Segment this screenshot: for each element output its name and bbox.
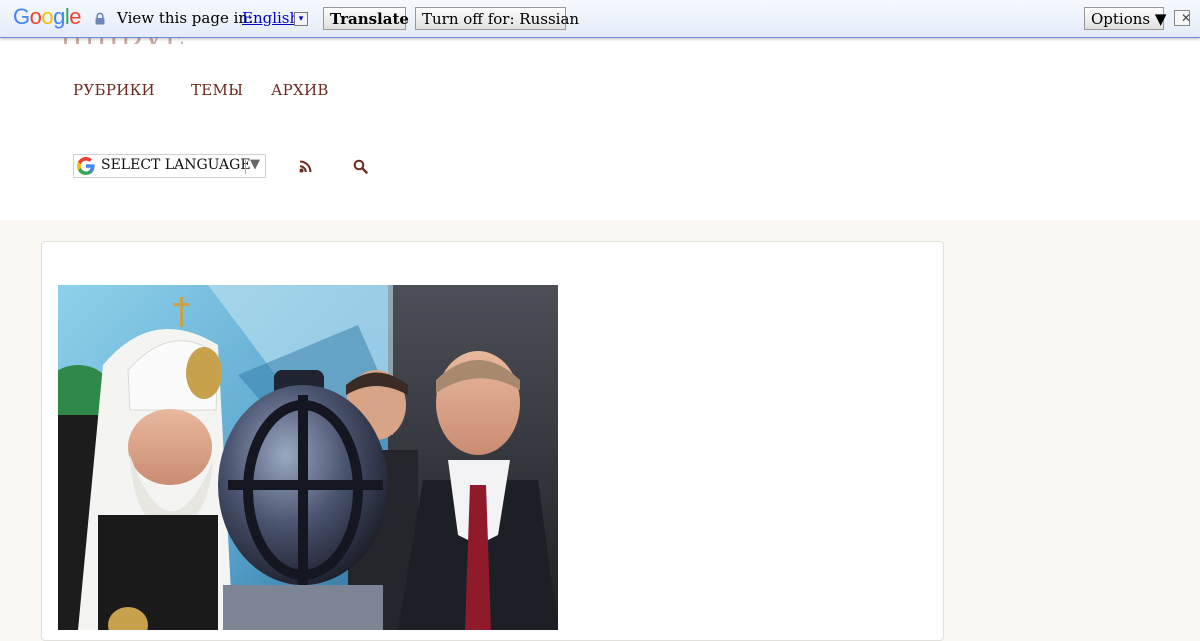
language-dropdown-arrow-icon[interactable]: ▾ [294, 12, 308, 26]
select-language-divider [245, 159, 246, 174]
nav-item-temy[interactable]: ТЕМЫ [191, 81, 243, 99]
chevron-down-icon: ▼ [250, 157, 260, 172]
nav-item-arhiv[interactable]: АРХИВ [271, 81, 329, 99]
google-logo: Google [13, 4, 82, 29]
google-translate-bar: Google View this page in: English ▾ Tran… [0, 0, 1200, 38]
target-language-link[interactable]: English [242, 9, 299, 27]
lock-icon [95, 12, 105, 25]
translate-button[interactable]: Translate [323, 7, 409, 30]
search-icon[interactable] [353, 159, 368, 174]
nav-item-rubriki[interactable]: РУБРИКИ [73, 81, 155, 99]
rss-icon[interactable] [299, 159, 313, 173]
view-page-in-label: View this page in: [117, 9, 254, 27]
article-photo[interactable] [58, 285, 558, 630]
google-g-icon [77, 157, 95, 175]
turn-off-translation-button[interactable]: Turn off for: Russian [415, 7, 579, 30]
close-icon[interactable]: ✕ [1174, 10, 1191, 26]
select-language-dropdown[interactable]: SELECT LANGUAGE ▼ [73, 154, 266, 178]
select-language-label: SELECT LANGUAGE [101, 157, 251, 173]
options-button[interactable]: Options ▼ [1084, 7, 1166, 30]
